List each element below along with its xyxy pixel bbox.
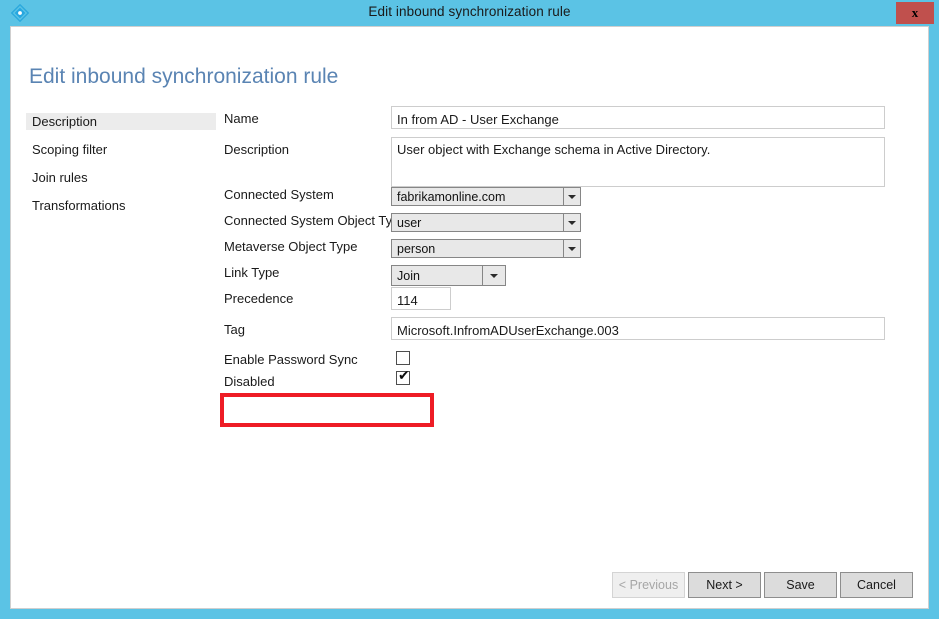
description-label: Description [224, 142, 289, 157]
disabled-label: Disabled [224, 374, 275, 389]
previous-button[interactable]: < Previous [612, 572, 685, 598]
connected-system-label: Connected System [224, 187, 334, 202]
description-form: Name Description Connected System fabrik… [11, 27, 930, 610]
red-highlight-annotation [220, 393, 434, 427]
window-title: Edit inbound synchronization rule [0, 4, 939, 19]
close-icon[interactable]: x [896, 2, 934, 24]
link-type-dropdown[interactable]: Join [391, 265, 506, 286]
dialog-window: Edit inbound synchronization rule x Edit… [0, 0, 939, 619]
dialog-client-area: Edit inbound synchronization rule Descri… [10, 26, 929, 609]
link-type-value: Join [397, 268, 420, 284]
precedence-label: Precedence [224, 291, 293, 306]
connected-system-dropdown[interactable]: fabrikamonline.com [391, 187, 581, 206]
cancel-button[interactable]: Cancel [840, 572, 913, 598]
enable-password-sync-label: Enable Password Sync [224, 352, 358, 367]
connected-system-object-type-value: user [397, 215, 421, 231]
tag-input[interactable] [391, 317, 885, 340]
chevron-down-icon[interactable] [563, 214, 580, 231]
metaverse-object-type-value: person [397, 241, 435, 257]
tag-label: Tag [224, 322, 245, 337]
precedence-input[interactable] [391, 287, 451, 310]
check-icon: ✔ [398, 369, 410, 383]
chevron-down-icon[interactable] [563, 240, 580, 257]
metaverse-object-type-label: Metaverse Object Type [224, 239, 357, 254]
chevron-down-icon[interactable] [563, 188, 580, 205]
connected-system-object-type-dropdown[interactable]: user [391, 213, 581, 232]
title-bar: Edit inbound synchronization rule x [0, 0, 939, 25]
enable-password-sync-checkbox[interactable] [396, 351, 410, 365]
chevron-down-icon[interactable] [482, 266, 505, 285]
link-type-label: Link Type [224, 265, 279, 280]
disabled-checkbox[interactable]: ✔ [396, 371, 410, 385]
connected-system-object-type-label: Connected System Object Type [224, 213, 407, 228]
name-label: Name [224, 111, 259, 126]
name-input[interactable] [391, 106, 885, 129]
metaverse-object-type-dropdown[interactable]: person [391, 239, 581, 258]
description-textarea[interactable] [391, 137, 885, 187]
next-button[interactable]: Next > [688, 572, 761, 598]
connected-system-value: fabrikamonline.com [397, 189, 505, 205]
save-button[interactable]: Save [764, 572, 837, 598]
